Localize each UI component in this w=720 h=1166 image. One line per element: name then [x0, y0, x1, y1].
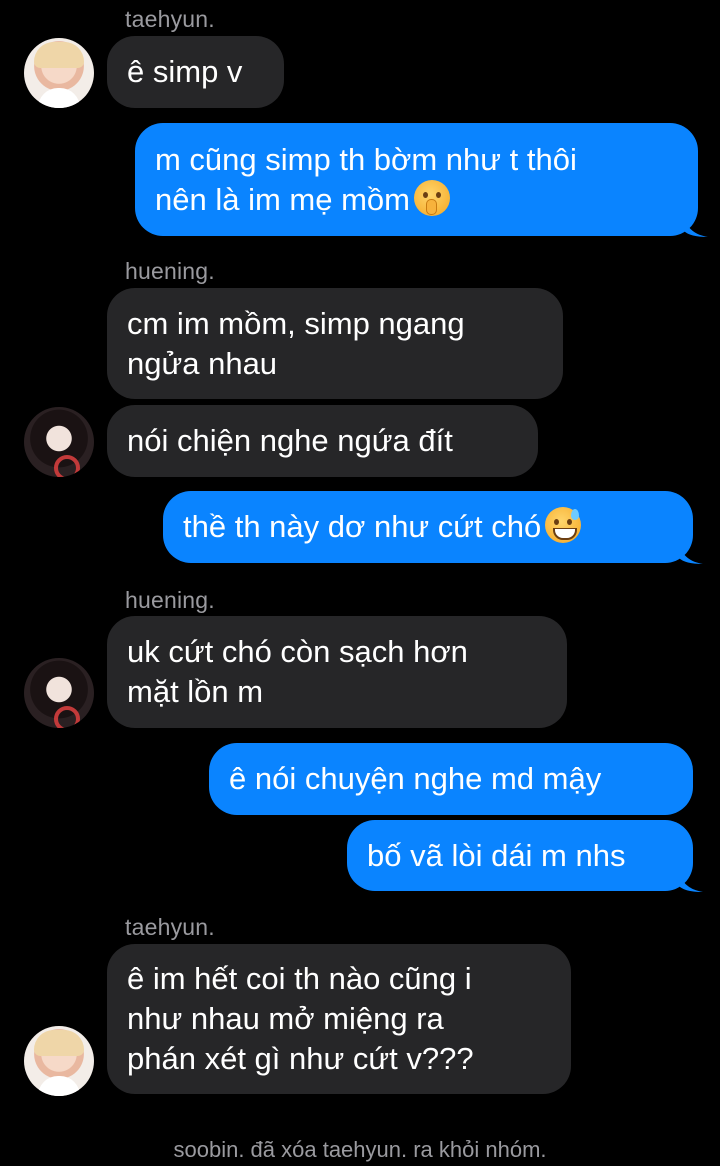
- message-text: thề th này dơ như cứt chó: [183, 509, 542, 544]
- message-bubble-incoming[interactable]: ê simp v: [107, 36, 284, 108]
- shushing-face-icon: [413, 179, 450, 216]
- message-bubble-outgoing[interactable]: thề th này dơ như cứt chó: [163, 491, 693, 563]
- message-bubble-outgoing[interactable]: m cũng simp th bờm như t thôi nên là im …: [135, 123, 698, 236]
- message-text: ê nói chuyện nghe md mậy: [229, 761, 602, 796]
- message-text: phán xét gì như cứt v???: [127, 1041, 474, 1076]
- avatar-taehyun[interactable]: [24, 38, 94, 108]
- message-text: ngửa nhau: [127, 345, 278, 381]
- message-bubble-incoming[interactable]: uk cứt chó còn sạch hơn mặt lồn m: [107, 616, 567, 728]
- message-text: ê simp v: [127, 54, 243, 89]
- message-bubble-incoming[interactable]: nói chiện nghe ngứa đít: [107, 405, 538, 477]
- message-text: uk cứt chó còn sạch hơn: [127, 634, 468, 669]
- message-bubble-incoming[interactable]: ê im hết coi th nào cũng i như nhau mở m…: [107, 944, 571, 1094]
- system-notice: soobin. đã xóa taehyun. ra khỏi nhóm.: [173, 1137, 547, 1162]
- bubble-tail: [679, 542, 703, 564]
- sender-name: taehyun.: [125, 6, 215, 32]
- message-text: như nhau mở miệng ra: [127, 1001, 444, 1036]
- sender-name: huening.: [125, 587, 215, 613]
- message-bubble-outgoing[interactable]: bố vã lòi dái m nhs: [347, 820, 693, 891]
- avatar-taehyun[interactable]: [24, 1026, 94, 1096]
- grinning-sweat-face-icon: [545, 507, 582, 543]
- sender-name: taehyun.: [125, 914, 215, 940]
- bubble-tail: [679, 870, 703, 892]
- message-text: cm im mồm, simp ngang: [127, 305, 465, 341]
- sender-name: huening.: [125, 258, 215, 284]
- message-text: nên là im mẹ mồm: [155, 181, 410, 217]
- message-bubble-incoming[interactable]: cm im mồm, simp ngang ngửa nhau: [107, 288, 563, 399]
- avatar-huening[interactable]: [24, 407, 94, 477]
- message-text: mặt lồn m: [127, 674, 264, 709]
- message-text: bố vã lòi dái m nhs: [367, 837, 626, 873]
- message-bubble-outgoing[interactable]: ê nói chuyện nghe md mậy: [209, 743, 693, 815]
- message-text: nói chiện nghe ngứa đít: [127, 423, 453, 458]
- message-text: ê im hết coi th nào cũng i: [127, 961, 472, 996]
- message-text: m cũng simp th bờm như t thôi: [155, 141, 577, 177]
- bubble-tail: [684, 215, 708, 237]
- avatar-huening[interactable]: [24, 658, 94, 728]
